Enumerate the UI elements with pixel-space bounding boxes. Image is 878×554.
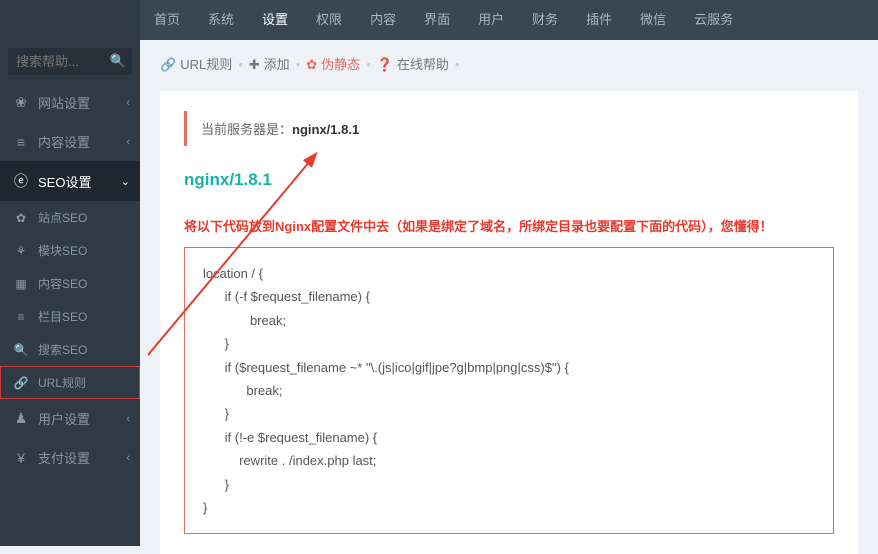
breadcrumb-sep: • — [238, 57, 243, 72]
sidebar-subitem[interactable]: 🔍 搜索SEO — [0, 333, 140, 366]
topnav-item[interactable]: 首页 — [140, 0, 194, 40]
sidebar-item[interactable]: ♟ 用户设置 ‹ — [0, 399, 140, 438]
server-note-value: nginx/1.8.1 — [292, 122, 359, 137]
breadcrumb-item[interactable]: ✚添加 — [249, 57, 290, 72]
chevron-icon: ‹ — [126, 452, 130, 464]
sidebar-subitem[interactable]: ⚘ 模块SEO — [0, 234, 140, 267]
menu-icon: ¥ — [12, 450, 30, 466]
submenu-icon: ✿ — [12, 211, 30, 225]
sidebar-item[interactable]: ¥ 支付设置 ‹ — [0, 438, 140, 477]
menu-icon: ⓔ — [12, 171, 30, 191]
menu-label: 用户设置 — [38, 409, 90, 428]
chevron-icon: ‹ — [126, 413, 130, 425]
warning-text: 将以下代码放到Nginx配置文件中去（如果是绑定了域名，所绑定目录也要配置下面的… — [184, 216, 834, 235]
submenu-icon: 🔗 — [12, 376, 30, 390]
submenu-icon: ▦ — [12, 277, 30, 291]
submenu-label: 栏目SEO — [38, 308, 87, 325]
main-panel: 当前服务器是：nginx/1.8.1 nginx/1.8.1 将以下代码放到Ng… — [160, 91, 858, 554]
breadcrumb-item[interactable]: ✿伪静态 — [306, 57, 360, 72]
menu-icon: ❀ — [12, 94, 30, 111]
submenu-icon: ≡ — [12, 310, 30, 324]
menu-icon: ♟ — [12, 410, 30, 427]
menu-label: SEO设置 — [38, 172, 91, 191]
sidebar-item[interactable]: ≡ 内容设置 ‹ — [0, 122, 140, 161]
topnav-item[interactable]: 设置 — [248, 0, 302, 40]
topnav-item[interactable]: 权限 — [302, 0, 356, 40]
topnav-item[interactable]: 界面 — [410, 0, 464, 40]
search-icon[interactable]: 🔍 — [110, 53, 126, 69]
breadcrumb-sep: • — [296, 57, 301, 72]
chevron-icon: ⌄ — [121, 175, 130, 188]
sidebar-subitem[interactable]: ≡ 栏目SEO — [0, 300, 140, 333]
submenu-label: URL规则 — [38, 374, 86, 391]
sidebar: 🔍 ❀ 网站设置 ‹ ≡ 内容设置 ‹ ⓔ SEO设置 ⌄ ✿ 站点SEO ⚘ 模块SEO ▦ 内容SEO ≡… — [0, 0, 140, 546]
breadcrumb-sep: • — [455, 57, 460, 72]
submenu-label: 搜索SEO — [38, 341, 87, 358]
submenu-icon: ⚘ — [12, 244, 30, 258]
topnav-item[interactable]: 云服务 — [680, 0, 747, 40]
submenu-label: 内容SEO — [38, 275, 87, 292]
submenu-icon: 🔍 — [12, 343, 30, 357]
topnav-item[interactable]: 系统 — [194, 0, 248, 40]
menu-label: 支付设置 — [38, 448, 90, 467]
chevron-icon: ‹ — [126, 136, 130, 148]
topnav-item[interactable]: 财务 — [518, 0, 572, 40]
breadcrumb-icon: ✚ — [249, 57, 260, 72]
breadcrumb-icon: ❓ — [377, 57, 393, 72]
topnav-item[interactable]: 用户 — [464, 0, 518, 40]
sidebar-item[interactable]: ❀ 网站设置 ‹ — [0, 83, 140, 122]
page-heading: nginx/1.8.1 — [184, 170, 834, 190]
topnav-item[interactable]: 插件 — [572, 0, 626, 40]
chevron-icon: ‹ — [126, 97, 130, 109]
server-note: 当前服务器是：nginx/1.8.1 — [184, 111, 834, 146]
breadcrumb-item[interactable]: 🔗URL规则 — [160, 57, 232, 72]
breadcrumb-icon: ✿ — [306, 57, 317, 72]
sidebar-subitem[interactable]: ▦ 内容SEO — [0, 267, 140, 300]
sidebar-subitem[interactable]: ✿ 站点SEO — [0, 201, 140, 234]
server-note-prefix: 当前服务器是： — [201, 122, 292, 137]
breadcrumb: 🔗URL规则 • ✚添加 • ✿伪静态 • ❓在线帮助 • — [140, 40, 878, 87]
code-block: location / { if (-f $request_filename) {… — [184, 247, 834, 534]
topnav-item[interactable]: 内容 — [356, 0, 410, 40]
submenu-label: 站点SEO — [38, 209, 87, 226]
topnav-item[interactable]: 微信 — [626, 0, 680, 40]
submenu-label: 模块SEO — [38, 242, 87, 259]
breadcrumb-icon: 🔗 — [160, 57, 176, 72]
breadcrumb-item[interactable]: ❓在线帮助 — [377, 57, 449, 72]
menu-label: 内容设置 — [38, 132, 90, 151]
breadcrumb-sep: • — [366, 57, 371, 72]
menu-label: 网站设置 — [38, 93, 90, 112]
menu-icon: ≡ — [12, 134, 30, 150]
sidebar-item[interactable]: ⓔ SEO设置 ⌄ — [0, 161, 140, 201]
sidebar-search: 🔍 — [0, 40, 140, 83]
sidebar-subitem[interactable]: 🔗 URL规则 — [0, 366, 140, 399]
content-area: 🔗URL规则•✚添加•✿伪静态•❓在线帮助• 当前服务器是：nginx/1.8.… — [140, 40, 878, 546]
